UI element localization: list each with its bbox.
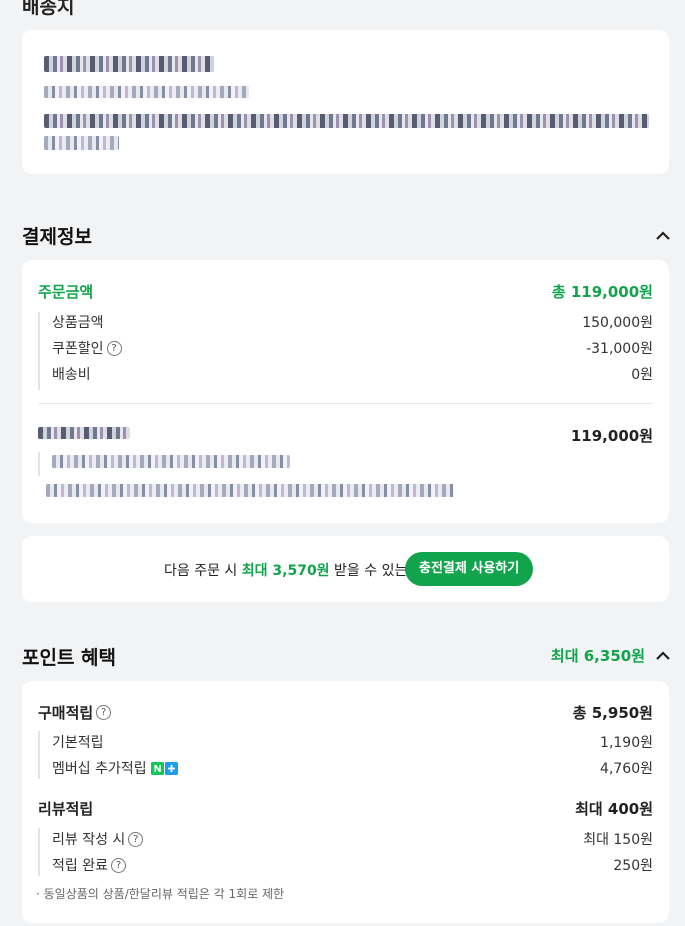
basic-points-label: 기본적립 <box>52 735 104 751</box>
points-card: 구매적립? 총 5,950원 기본적립 1,190원 멤버십 추가적립 4,76… <box>22 681 669 923</box>
promo-text-before: 다음 주문 시 <box>164 563 238 579</box>
product-amount-label: 상품금액 <box>52 315 104 331</box>
help-icon[interactable]: ? <box>128 831 144 847</box>
recipient-name-redacted <box>44 56 214 72</box>
purchase-detail-bar <box>38 731 40 779</box>
review-complete-label: 적립 완료 <box>52 858 108 874</box>
help-icon[interactable]: ? <box>110 857 126 873</box>
charge-pay-button[interactable]: 충전결제 사용하기 <box>405 552 534 586</box>
method-detail-bar <box>38 452 40 476</box>
payment-method-redacted <box>38 427 130 439</box>
delivery-address-card <box>22 30 669 174</box>
chevron-up-icon[interactable] <box>654 648 672 662</box>
method-detail-2-redacted <box>46 484 454 497</box>
review-complete-value: 250원 <box>613 858 653 874</box>
address-line-1-redacted <box>44 114 649 128</box>
address-line-2-redacted <box>44 136 119 150</box>
payment-info-card: 주문금액 총 119,000원 상품금액 150,000원 쿠폰할인? -31,… <box>22 260 669 523</box>
review-complete-row: 적립 완료? 250원 <box>52 855 653 875</box>
payment-method-amount: 119,000원 <box>570 427 653 445</box>
purchase-points-label-wrap: 구매적립? <box>38 702 112 723</box>
promo-text-after: 받을 수 있는 <box>334 563 408 579</box>
review-write-value: 최대 150원 <box>583 832 653 848</box>
review-detail-bar <box>38 828 40 876</box>
promo-text-highlight: 최대 3,570원 <box>241 563 330 579</box>
delivery-section-title: 배송지 <box>22 0 75 18</box>
product-amount-row: 상품금액 150,000원 <box>52 312 653 332</box>
help-icon[interactable]: ? <box>106 340 122 356</box>
basic-points-row: 기본적립 1,190원 <box>52 732 653 752</box>
detail-bar <box>38 312 40 390</box>
review-points-note: · 동일상품의 상품/한달리뷰 적립은 각 1회로 제한 <box>36 887 285 901</box>
order-amount-label: 주문금액 <box>38 283 94 301</box>
shipping-fee-value: 0원 <box>631 367 653 383</box>
coupon-discount-row: 쿠폰할인? -31,000원 <box>52 338 653 358</box>
membership-points-label: 멤버십 추가적립 <box>52 761 147 777</box>
help-icon[interactable]: ? <box>96 705 112 720</box>
membership-points-value: 4,760원 <box>600 761 653 777</box>
promo-text: 다음 주문 시 최대 3,570원 받을 수 있는 <box>164 560 407 580</box>
purchase-points-value: 총 5,950원 <box>572 704 653 722</box>
review-write-row: 리뷰 작성 시? 최대 150원 <box>52 829 653 849</box>
coupon-discount-value: -31,000원 <box>586 341 653 357</box>
method-detail-1-redacted <box>52 455 290 468</box>
points-max-label: 최대 6,350원 <box>550 647 645 665</box>
review-points-max: 최대 400원 <box>575 800 653 818</box>
naver-plus-membership-icon <box>150 761 178 775</box>
phone-redacted <box>44 86 249 98</box>
payment-section-title: 결제정보 <box>22 226 92 248</box>
membership-points-row: 멤버십 추가적립 4,760원 <box>52 758 653 778</box>
order-amount-total: 총 119,000원 <box>551 283 653 301</box>
shipping-fee-row: 배송비 0원 <box>52 364 653 384</box>
purchase-points-label: 구매적립 <box>38 704 94 722</box>
coupon-discount-label: 쿠폰할인 <box>52 341 104 357</box>
charge-pay-promo-card: 다음 주문 시 최대 3,570원 받을 수 있는 충전결제 사용하기 <box>22 536 669 602</box>
chevron-up-icon[interactable] <box>654 228 672 242</box>
review-write-label: 리뷰 작성 시 <box>52 832 126 848</box>
points-section-title: 포인트 혜택 <box>22 647 117 669</box>
basic-points-value: 1,190원 <box>600 735 653 751</box>
product-amount-value: 150,000원 <box>582 315 653 331</box>
shipping-fee-label: 배송비 <box>52 367 91 383</box>
purchase-points-total: 총 5,950원 <box>573 702 653 723</box>
review-points-label: 리뷰적립 <box>38 800 94 818</box>
divider <box>38 403 653 404</box>
